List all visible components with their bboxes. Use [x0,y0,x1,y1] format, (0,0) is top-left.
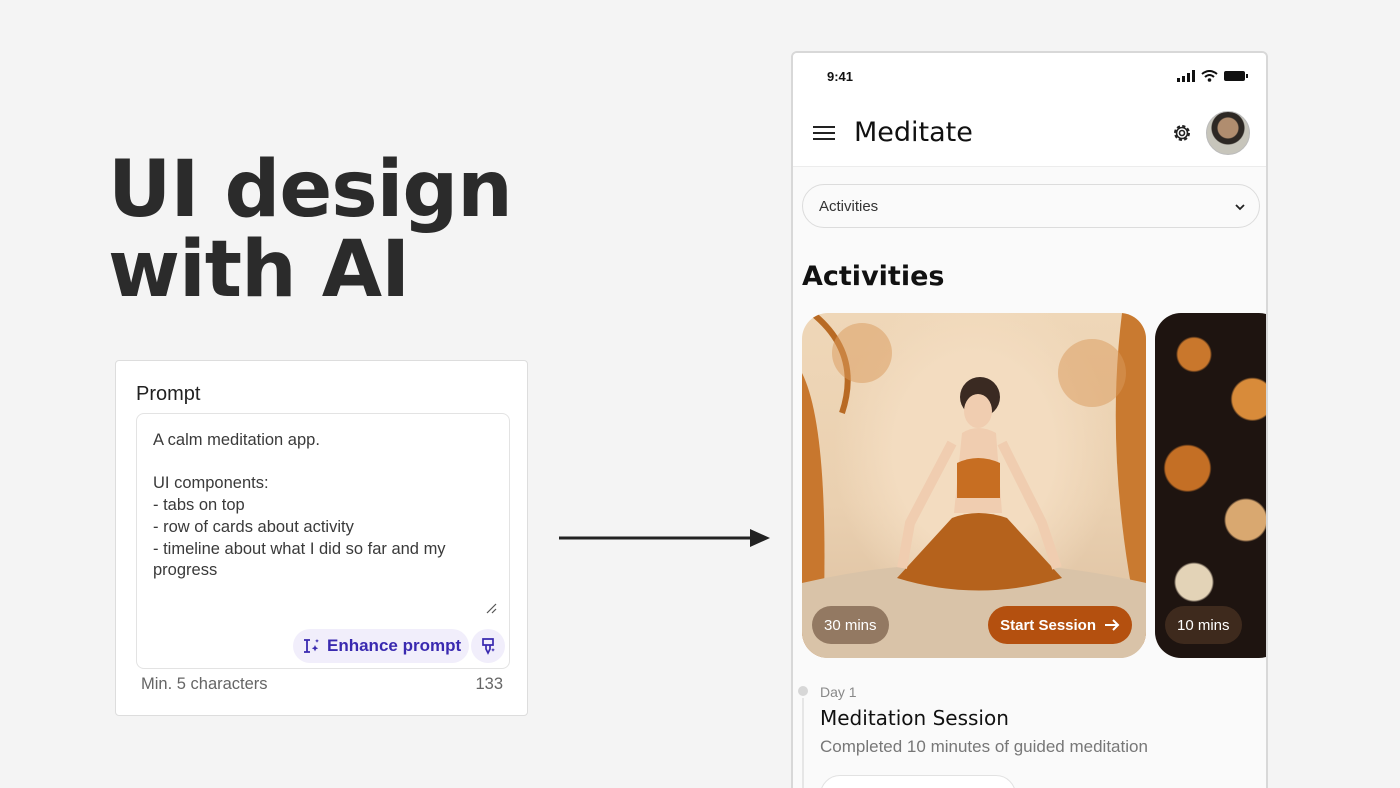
arrow-right-icon [1105,619,1120,631]
right-arrow-icon [559,529,770,547]
style-brush-button[interactable] [471,629,505,663]
start-session-button[interactable]: Start Session [988,606,1132,644]
timeline-title: Meditation Session [820,706,1009,730]
app-bar: Meditate [793,103,1266,167]
section-title: Activities [802,261,945,292]
paint-brush-icon [482,638,495,655]
phone-mockup: 9:41 Meditate Activities Activities 30 m… [791,51,1268,788]
sparkle-text-icon [304,639,319,653]
gear-icon[interactable] [1170,121,1194,145]
character-count: 133 [475,675,503,693]
wifi-icon [1201,70,1218,82]
enhance-prompt-label: Enhance prompt [327,636,462,655]
activity-card[interactable]: 30 mins Start Session [802,313,1146,658]
enhance-prompt-button[interactable]: Enhance prompt [293,629,470,663]
prompt-textarea[interactable]: A calm meditation app. UI components: - … [136,413,510,669]
chevron-down-icon [1235,204,1245,211]
headline-line-2: with AI [108,225,410,315]
prompt-title: Prompt [136,383,201,405]
app-title: Meditate [854,117,973,148]
activities-dropdown[interactable]: Activities [802,184,1260,228]
menu-icon[interactable] [813,124,835,142]
signal-icon [1177,70,1195,82]
start-session-label: Start Session [1000,616,1096,634]
duration-badge: 30 mins [812,606,889,644]
prompt-text[interactable]: A calm meditation app. UI components: - … [153,430,493,582]
avatar[interactable] [1206,111,1250,155]
timeline-dot [798,686,808,696]
dropdown-value: Activities [819,198,879,215]
duration-badge: 10 mins [1165,606,1242,644]
activity-card[interactable]: 10 mins [1155,313,1266,658]
prompt-card: Prompt A calm meditation app. UI compone… [115,360,528,716]
min-characters-hint: Min. 5 characters [141,675,268,693]
timeline-chip[interactable] [820,775,1016,788]
headline: UI design with AI [108,145,513,315]
resize-handle-icon[interactable] [485,602,497,614]
prompt-footer: Min. 5 characters 133 [141,675,503,694]
timeline-line [802,698,804,788]
timeline-day: Day 1 [820,684,857,700]
timeline-description: Completed 10 minutes of guided meditatio… [820,737,1148,756]
status-icons [1177,70,1248,82]
status-time: 9:41 [827,69,854,84]
headline-line-1: UI design [108,145,513,235]
status-bar: 9:41 [793,53,1266,103]
battery-icon [1224,71,1248,81]
